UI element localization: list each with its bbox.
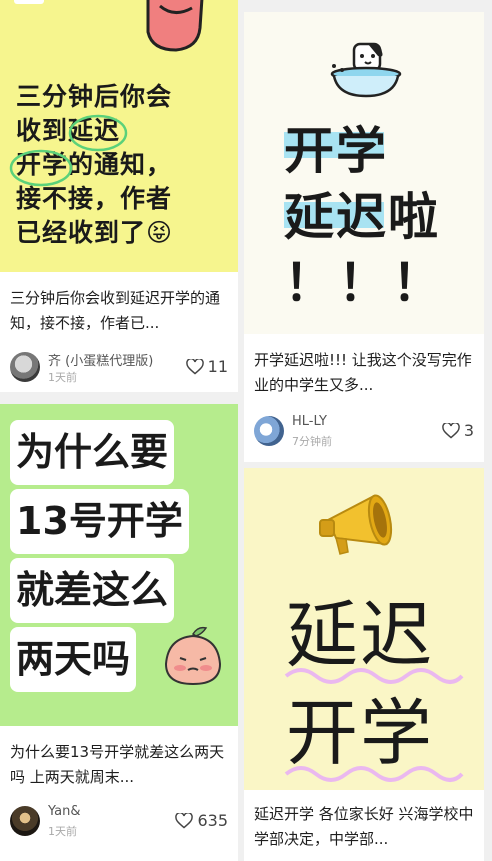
- like-count: 11: [207, 357, 228, 376]
- heart-icon: [442, 423, 460, 439]
- peach-character-icon: [164, 626, 222, 686]
- top-edge-fragment: [14, 0, 44, 4]
- card-1-author-row: 齐 (小蛋糕代理版) 1天前 11: [10, 352, 228, 386]
- like-count: 3: [463, 421, 474, 440]
- card-2-cover[interactable]: 开学 延迟啦 ！！！: [244, 12, 484, 334]
- card-4-caption[interactable]: 延迟开学 各位家长好 兴海学校中学部决定，中学部...: [254, 802, 476, 852]
- card-2-author-name[interactable]: HL-LY: [292, 414, 327, 429]
- heart-icon: [175, 813, 194, 829]
- card-3-cover-line-1: 为什么要: [10, 420, 175, 485]
- circle-doodle-icon: [9, 149, 73, 187]
- avatar[interactable]: [254, 416, 284, 446]
- card-3-author-row: Yan& 1天前 635: [10, 804, 228, 840]
- like-count: 635: [197, 811, 228, 830]
- card-3-caption[interactable]: 为什么要13号开学就差这么两天吗 上两天就周末...: [10, 740, 230, 790]
- dog-in-bathtub-icon: [330, 42, 402, 98]
- card-2-caption[interactable]: 开学延迟啦!!! 让我这个没写完作业的中学生又多...: [254, 348, 476, 398]
- card-4-cover[interactable]: 延迟 开学: [244, 468, 484, 790]
- card-3-post-time: 1天前: [48, 825, 77, 838]
- card-1-cover[interactable]: 三分钟后你会 收到延迟 开学的通知， 接不接，作者 已经收到了😝: [0, 0, 238, 272]
- card-4-cover-line-2: 开学: [286, 691, 435, 775]
- card-1-caption[interactable]: 三分钟后你会收到延迟开学的通知，接不接，作者已...: [10, 286, 230, 336]
- card-1-post-time: 1天前: [48, 371, 77, 384]
- card-3-author-name[interactable]: Yan&: [48, 804, 81, 819]
- card-3-cover-line-3: 就差这么: [10, 558, 175, 623]
- like-button[interactable]: 11: [185, 357, 228, 376]
- card-3-cover-line-2: 13号开学: [10, 489, 189, 554]
- feed-card-3[interactable]: 为什么要 13号开学 就差这么 两天吗 为什么要13号开学就差这么两天吗 上两天…: [0, 404, 238, 861]
- card-2-cover-line-1: 开学: [284, 122, 388, 180]
- card-4-cover-line-1: 延迟: [286, 593, 435, 677]
- like-button[interactable]: 635: [175, 811, 228, 830]
- card-3-cover[interactable]: 为什么要 13号开学 就差这么 两天吗: [0, 404, 238, 726]
- feed-card-2[interactable]: 开学 延迟啦 ！！！ 开学延迟啦!!! 让我这个没写完作业的中学生又多... H…: [244, 12, 484, 462]
- feed-card-1[interactable]: 三分钟后你会 收到延迟 开学的通知， 接不接，作者 已经收到了😝 三分钟后你会收…: [0, 0, 238, 392]
- like-button[interactable]: 3: [442, 421, 474, 440]
- card-3-cover-line-4: 两天吗: [10, 627, 137, 692]
- card-2-author-row: HL-LY 7分钟前 3: [254, 414, 474, 450]
- card-1-cover-line-1: 三分钟后你会: [16, 82, 173, 111]
- avatar[interactable]: [10, 806, 40, 836]
- card-2-cover-line-3: ！！！: [284, 254, 446, 312]
- feed-card-4[interactable]: 延迟 开学 延迟开学 各位家长好 兴海学校中学部决定，中学部...: [244, 468, 484, 861]
- megaphone-icon: [319, 494, 393, 555]
- card-1-cover-line-5: 已经收到了😝: [16, 218, 174, 247]
- avatar[interactable]: [10, 352, 40, 382]
- circle-doodle-icon: [68, 114, 128, 152]
- fist-sticker-icon: [146, 0, 204, 52]
- heart-icon: [185, 359, 204, 375]
- card-2-post-time: 7分钟前: [292, 435, 332, 448]
- card-2-cover-line-2: 延迟啦: [284, 188, 440, 246]
- card-1-author-name[interactable]: 齐 (小蛋糕代理版): [48, 350, 153, 369]
